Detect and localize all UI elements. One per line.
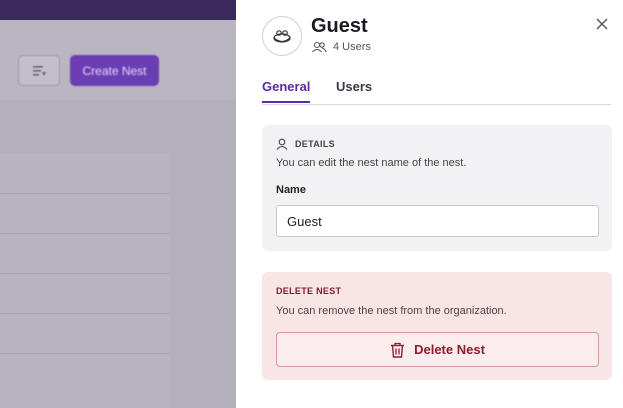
app-topbar xyxy=(0,0,236,20)
filter-button xyxy=(18,55,60,86)
tab-bar: General Users xyxy=(262,79,611,105)
table-row xyxy=(0,233,170,234)
delete-nest-button[interactable]: Delete Nest xyxy=(276,332,599,367)
table-row xyxy=(0,353,170,354)
users-count: 4 Users xyxy=(311,41,371,53)
nest-drawer: Guest 4 Users General Users DETAILS You … xyxy=(236,0,623,408)
close-icon xyxy=(596,18,608,30)
delete-section: DELETE NEST You can remove the nest from… xyxy=(262,272,612,380)
details-heading-label: DETAILS xyxy=(295,139,335,149)
close-button[interactable] xyxy=(592,14,612,34)
filter-icon xyxy=(33,65,46,76)
details-description: You can edit the nest name of the nest. xyxy=(276,157,467,169)
details-section: DETAILS You can edit the nest name of th… xyxy=(262,125,612,251)
nest-avatar xyxy=(262,16,302,56)
name-label: Name xyxy=(276,184,306,196)
table-row xyxy=(0,193,170,194)
delete-nest-label: Delete Nest xyxy=(414,342,485,357)
background-app: Create Nest xyxy=(0,0,236,408)
user-icon xyxy=(276,138,288,150)
background-table xyxy=(0,153,170,408)
drawer-title: Guest xyxy=(311,15,368,37)
delete-heading: DELETE NEST xyxy=(276,286,342,296)
name-input[interactable] xyxy=(276,205,599,237)
tab-users[interactable]: Users xyxy=(336,79,372,101)
details-heading: DETAILS xyxy=(276,138,335,150)
delete-description: You can remove the nest from the organiz… xyxy=(276,305,507,317)
nest-icon xyxy=(273,30,291,43)
table-row xyxy=(0,313,170,314)
users-count-label: 4 Users xyxy=(333,41,371,53)
create-nest-button: Create Nest xyxy=(70,55,159,86)
table-row xyxy=(0,273,170,274)
tab-general[interactable]: General xyxy=(262,79,311,103)
trash-icon xyxy=(391,342,405,358)
users-icon xyxy=(312,41,327,53)
